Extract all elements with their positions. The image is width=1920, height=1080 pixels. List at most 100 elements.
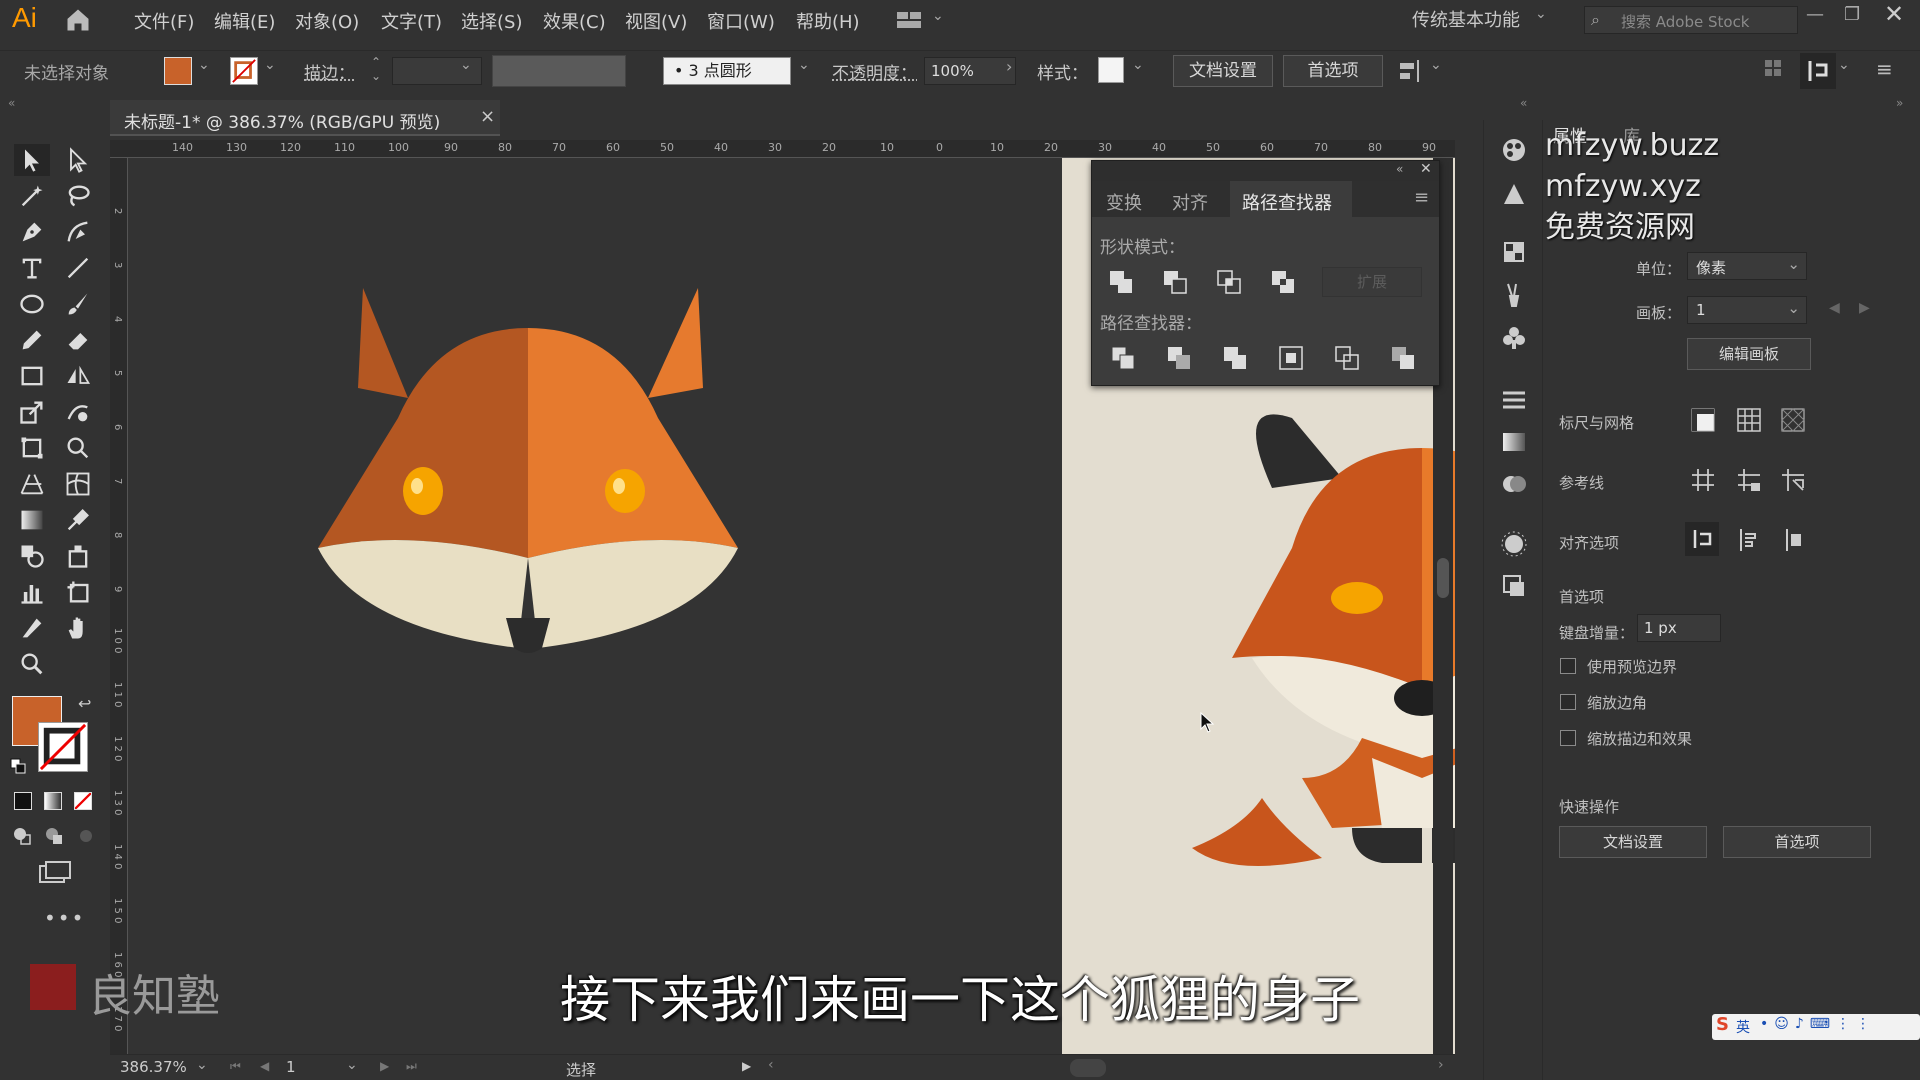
- stroke-panel-icon[interactable]: [1500, 386, 1528, 414]
- workspace-switcher[interactable]: 传统基本功能: [1412, 6, 1520, 32]
- menu-list-icon[interactable]: ≡: [1876, 57, 1893, 81]
- horizontal-scrollbar-thumb[interactable]: [1070, 1059, 1106, 1077]
- graphic-styles-icon[interactable]: [1500, 572, 1528, 600]
- unit-select[interactable]: 像素 ⌄: [1687, 252, 1807, 280]
- document-tab[interactable]: 未标题-1* @ 386.37% (RGB/GPU 预览) ×: [110, 100, 500, 136]
- artboard-tool-icon[interactable]: [60, 576, 96, 608]
- panel-title-bar[interactable]: « ✕: [1092, 161, 1439, 181]
- next-artboard-icon[interactable]: ▶: [380, 1059, 389, 1073]
- swatches-icon[interactable]: [1500, 238, 1528, 266]
- opacity-input[interactable]: 100%: [924, 57, 1016, 85]
- menu-object[interactable]: 对象(O): [295, 8, 359, 34]
- menu-effect[interactable]: 效果(C): [543, 8, 606, 34]
- previous-artboard-icon[interactable]: ◀: [260, 1059, 269, 1073]
- crop-icon[interactable]: [1278, 345, 1304, 371]
- chevron-down-icon[interactable]: ⌄: [196, 1057, 208, 1073]
- selection-tool-icon[interactable]: [14, 144, 50, 176]
- scale-strokes-checkbox[interactable]: [1560, 730, 1576, 746]
- zoom-level[interactable]: 386.37%: [120, 1058, 187, 1076]
- brushes-icon[interactable]: [1500, 280, 1528, 308]
- ime-language[interactable]: 英: [1736, 1017, 1750, 1037]
- paintbrush-tool-icon[interactable]: [60, 288, 96, 320]
- perspective-grid-tool-icon[interactable]: [14, 468, 50, 500]
- snap-to-pixel-icon[interactable]: [1733, 526, 1761, 554]
- expand-button[interactable]: 扩展: [1322, 267, 1422, 297]
- gradient-panel-icon[interactable]: [1500, 428, 1528, 456]
- show-rulers-icon[interactable]: [1689, 406, 1717, 434]
- status-menu-icon[interactable]: ▶: [742, 1059, 751, 1073]
- collapse-left-icon[interactable]: «: [8, 96, 15, 110]
- screen-mode-icon[interactable]: [38, 860, 72, 886]
- mesh-tool-icon[interactable]: [60, 468, 96, 500]
- scroll-left-icon[interactable]: ‹: [768, 1057, 774, 1073]
- chevron-down-icon[interactable]: ⌄: [198, 57, 210, 73]
- ime-tool-icons[interactable]: •☺♪⌨⋮⋮: [1760, 1016, 1876, 1032]
- color-mode-icon[interactable]: [14, 792, 32, 810]
- opacity-label[interactable]: 不透明度：: [832, 59, 917, 84]
- lock-guides-icon[interactable]: [1735, 466, 1763, 494]
- divide-icon[interactable]: [1110, 345, 1136, 371]
- edit-artboard-button[interactable]: 编辑画板: [1687, 338, 1811, 370]
- blend-tool-icon[interactable]: [14, 540, 50, 572]
- curvature-tool-icon[interactable]: [60, 216, 96, 248]
- panel-menu-icon[interactable]: ≡: [1414, 187, 1429, 208]
- chevron-down-icon[interactable]: ⌄: [1132, 57, 1144, 73]
- snap-to-point-icon[interactable]: [1685, 522, 1719, 556]
- chevron-down-icon[interactable]: ⌄: [1430, 57, 1442, 73]
- more-tools-icon[interactable]: •••: [44, 906, 85, 930]
- draw-behind-icon[interactable]: [44, 826, 64, 846]
- menu-file[interactable]: 文件(F): [134, 8, 194, 34]
- scroll-right-icon[interactable]: ›: [1438, 1057, 1444, 1073]
- chevron-down-icon[interactable]: ⌄: [264, 57, 276, 73]
- chevron-right-icon[interactable]: ›: [1006, 57, 1012, 76]
- zoom-tool-icon[interactable]: [14, 648, 50, 680]
- restore-icon[interactable]: ❐: [1844, 4, 1860, 25]
- scale-tool-icon[interactable]: [14, 396, 50, 428]
- transparency-grid-icon[interactable]: [1779, 406, 1807, 434]
- merge-icon[interactable]: [1222, 345, 1248, 371]
- tab-transform[interactable]: 变换: [1106, 189, 1142, 215]
- draw-inside-icon[interactable]: [76, 826, 96, 846]
- minus-back-icon[interactable]: [1390, 345, 1416, 371]
- scrollbar-thumb[interactable]: [1437, 558, 1449, 598]
- symbols-icon[interactable]: [1500, 324, 1528, 352]
- smart-guides-icon[interactable]: [1779, 466, 1807, 494]
- gradient-mode-icon[interactable]: [44, 792, 62, 810]
- menu-select[interactable]: 选择(S): [461, 8, 522, 34]
- home-icon[interactable]: [64, 6, 92, 34]
- fill-swatch[interactable]: [164, 57, 192, 85]
- fox-head-artwork[interactable]: [298, 268, 758, 678]
- eraser-tool-icon[interactable]: [60, 324, 96, 356]
- transparency-icon[interactable]: [1500, 470, 1528, 498]
- ime-toolbar[interactable]: S 英 •☺♪⌨⋮⋮: [1712, 1014, 1920, 1040]
- close-tab-icon[interactable]: ×: [480, 106, 495, 127]
- stroke-swatch[interactable]: [230, 57, 258, 85]
- hand-tool-icon[interactable]: [60, 612, 96, 644]
- column-graph-tool-icon[interactable]: [14, 576, 50, 608]
- draw-normal-icon[interactable]: [12, 826, 32, 846]
- previous-artboard-icon[interactable]: ◀: [1829, 300, 1840, 316]
- artboard-select[interactable]: 1 ⌄: [1687, 296, 1807, 324]
- menu-edit[interactable]: 编辑(E): [214, 8, 275, 34]
- align-dropdown-icon[interactable]: [1396, 57, 1424, 85]
- color-panel-icon[interactable]: [1500, 136, 1528, 164]
- stroke-color-swatch[interactable]: [38, 722, 88, 772]
- line-tool-icon[interactable]: [60, 252, 96, 284]
- appearance-icon[interactable]: [1500, 530, 1528, 558]
- close-icon[interactable]: ✕: [1420, 161, 1432, 177]
- free-transform-tool-icon[interactable]: [14, 432, 50, 464]
- chevron-down-icon[interactable]: ⌄: [460, 57, 472, 73]
- chevron-down-icon[interactable]: ⌄: [346, 1057, 358, 1073]
- close-icon[interactable]: ✕: [1884, 0, 1904, 28]
- stroke-label[interactable]: 描边：: [304, 59, 355, 84]
- last-artboard-icon[interactable]: ⏭: [406, 1059, 417, 1074]
- type-tool-icon[interactable]: [14, 252, 50, 284]
- gradient-tool-icon[interactable]: [14, 504, 50, 536]
- menu-window[interactable]: 窗口(W): [707, 8, 775, 34]
- use-preview-bounds-checkbox[interactable]: [1560, 658, 1576, 674]
- pencil-tool-icon[interactable]: [14, 324, 50, 356]
- exclude-icon[interactable]: [1270, 269, 1296, 295]
- grid-view-icon[interactable]: [1764, 59, 1782, 77]
- symbol-sprayer-tool-icon[interactable]: [60, 540, 96, 572]
- preferences-button[interactable]: 首选项: [1283, 55, 1383, 87]
